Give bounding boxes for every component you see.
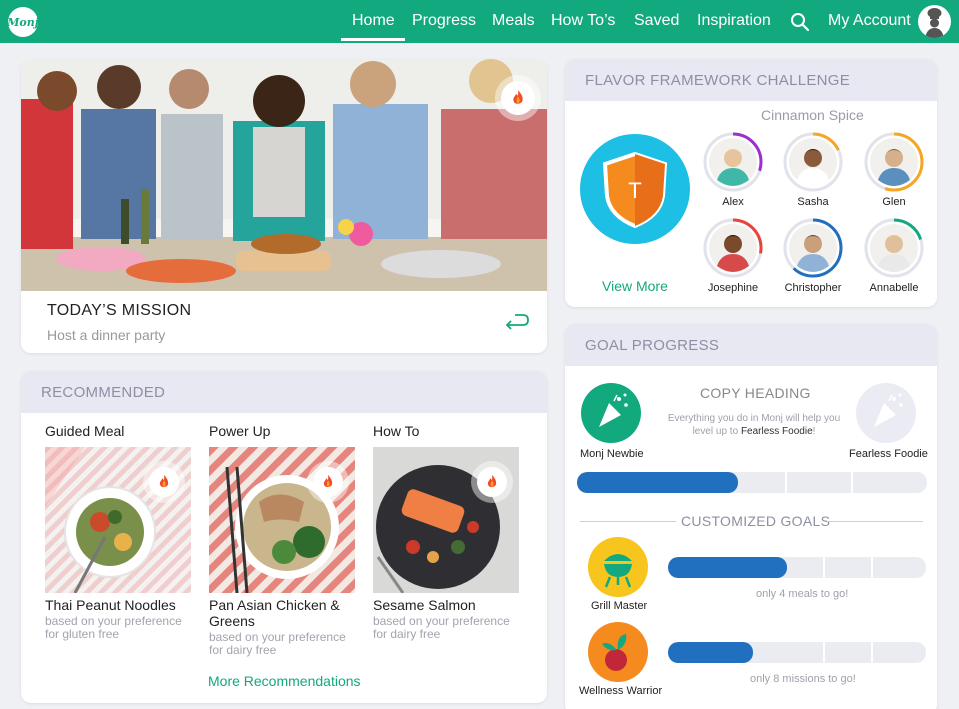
grill-master-progress-bar xyxy=(668,557,926,578)
member-name: Annabelle xyxy=(869,282,919,294)
member-name: Alex xyxy=(722,196,744,208)
copy-body: Everything you do in Monj will help you … xyxy=(661,412,847,438)
search-icon[interactable] xyxy=(790,12,810,32)
challenge-card: FLAVOR FRAMEWORK CHALLENGE Cinnamon Spic… xyxy=(565,59,937,307)
rec-note: based on your preference for gluten free xyxy=(45,614,182,641)
mission-card[interactable]: TODAY’S MISSION Host a dinner party xyxy=(21,59,547,353)
top-nav: Monj Home Progress Meals How To’s Saved … xyxy=(0,0,959,43)
member-avatar[interactable] xyxy=(781,216,845,280)
member-annabelle[interactable]: Annabelle xyxy=(859,216,929,294)
grill-icon[interactable] xyxy=(588,537,648,597)
mission-title: TODAY’S MISSION xyxy=(47,302,192,319)
next-level-label: Fearless Foodie xyxy=(849,448,928,460)
copy-heading: COPY HEADING xyxy=(700,385,811,401)
party-popper-icon xyxy=(856,383,916,443)
monj-logo[interactable]: Monj xyxy=(7,7,39,37)
view-more-link[interactable]: View More xyxy=(602,278,668,294)
rec-category: How To xyxy=(373,423,420,439)
monj-flame-icon xyxy=(149,467,179,497)
divider xyxy=(827,521,923,522)
copy-body-target: Fearless Foodie xyxy=(740,426,813,437)
goal-progress-heading: GOAL PROGRESS xyxy=(565,324,937,366)
team-letter: T xyxy=(628,178,641,203)
party-popper-icon xyxy=(581,383,641,443)
rec-item-thai-peanut-noodles[interactable]: Guided Meal Thai Peanut Noodles based on… xyxy=(45,423,195,641)
member-christopher[interactable]: Christopher xyxy=(778,216,848,294)
nav-meals[interactable]: Meals xyxy=(492,12,535,30)
member-avatar[interactable] xyxy=(781,130,845,194)
wellness-warrior-progress-fill xyxy=(668,642,754,663)
nav-how-tos[interactable]: How To’s xyxy=(551,12,615,30)
nav-inspiration[interactable]: Inspiration xyxy=(697,12,771,30)
return-arrow-icon[interactable] xyxy=(501,309,531,333)
radish-icon[interactable] xyxy=(588,622,648,682)
rec-name[interactable]: Thai Peanut Noodles xyxy=(45,597,195,613)
monj-flame-icon xyxy=(477,467,507,497)
nav-my-account[interactable]: My Account xyxy=(828,12,911,30)
member-name: Josephine xyxy=(707,282,759,294)
monj-flame-icon xyxy=(501,81,535,115)
wellness-warrior-progress-bar xyxy=(668,642,926,663)
divider xyxy=(580,521,676,522)
custom-goal-name: Grill Master xyxy=(591,600,648,612)
member-josephine[interactable]: Josephine xyxy=(698,216,768,294)
recommended-card: RECOMMENDED Guided Meal Thai Peanut Nood… xyxy=(21,371,547,703)
chef-avatar-icon[interactable] xyxy=(918,5,951,38)
grill-master-progress-fill xyxy=(668,557,787,578)
monj-flame-icon xyxy=(313,467,343,497)
nav-progress[interactable]: Progress xyxy=(412,12,476,30)
team-badge[interactable]: T xyxy=(580,134,690,244)
nav-home[interactable]: Home xyxy=(352,12,395,30)
rec-note: based on your preference for dairy free xyxy=(373,614,510,641)
member-sasha[interactable]: Sasha xyxy=(778,130,848,208)
sesame-salmon-photo[interactable] xyxy=(373,447,519,593)
recommended-heading: RECOMMENDED xyxy=(21,371,547,413)
custom-goal-note: only 8 missions to go! xyxy=(750,673,856,685)
challenge-heading: FLAVOR FRAMEWORK CHALLENGE xyxy=(565,59,937,101)
dinner-party-photo xyxy=(21,59,547,291)
mission-subtitle: Host a dinner party xyxy=(47,327,166,343)
challenge-name: Cinnamon Spice xyxy=(761,107,864,123)
rec-category: Guided Meal xyxy=(45,423,125,439)
rec-note: based on your preference for dairy free xyxy=(209,630,346,657)
member-alex[interactable]: Alex xyxy=(698,130,768,208)
member-name: Glen xyxy=(882,196,906,208)
member-name: Sasha xyxy=(797,196,829,208)
more-recommendations-link[interactable]: More Recommendations xyxy=(208,673,361,689)
member-avatar[interactable] xyxy=(862,130,926,194)
rec-item-sesame-salmon[interactable]: How To Sesame Salmon based on your prefe… xyxy=(373,423,523,641)
member-avatar[interactable] xyxy=(701,216,765,280)
current-level-label: Monj Newbie xyxy=(580,448,644,460)
member-avatar[interactable] xyxy=(701,130,765,194)
shield-icon: T xyxy=(602,151,668,229)
customized-goals-heading: CUSTOMIZED GOALS xyxy=(681,513,831,529)
rec-name[interactable]: Sesame Salmon xyxy=(373,597,523,613)
rec-category: Power Up xyxy=(209,423,271,439)
thai-peanut-noodles-photo[interactable] xyxy=(45,447,191,593)
member-name: Christopher xyxy=(784,282,842,294)
goal-progress-card: GOAL PROGRESS Monj Newbie COPY HEADING E… xyxy=(565,324,937,709)
nav-saved[interactable]: Saved xyxy=(634,12,679,30)
rec-item-pan-asian-chicken[interactable]: Power Up Pan Asian Chicken & Greens base… xyxy=(209,423,359,657)
custom-goal-name: Wellness Warrior xyxy=(579,685,663,697)
member-glen[interactable]: Glen xyxy=(859,130,929,208)
level-progress-fill xyxy=(577,472,738,493)
active-tab-indicator xyxy=(341,38,405,41)
copy-body-suffix: ! xyxy=(812,426,816,437)
pan-asian-chicken-photo[interactable] xyxy=(209,447,355,593)
level-progress-bar xyxy=(577,472,927,493)
custom-goal-note: only 4 meals to go! xyxy=(756,588,849,600)
member-avatar[interactable] xyxy=(862,216,926,280)
rec-name[interactable]: Pan Asian Chicken & Greens xyxy=(209,597,359,629)
